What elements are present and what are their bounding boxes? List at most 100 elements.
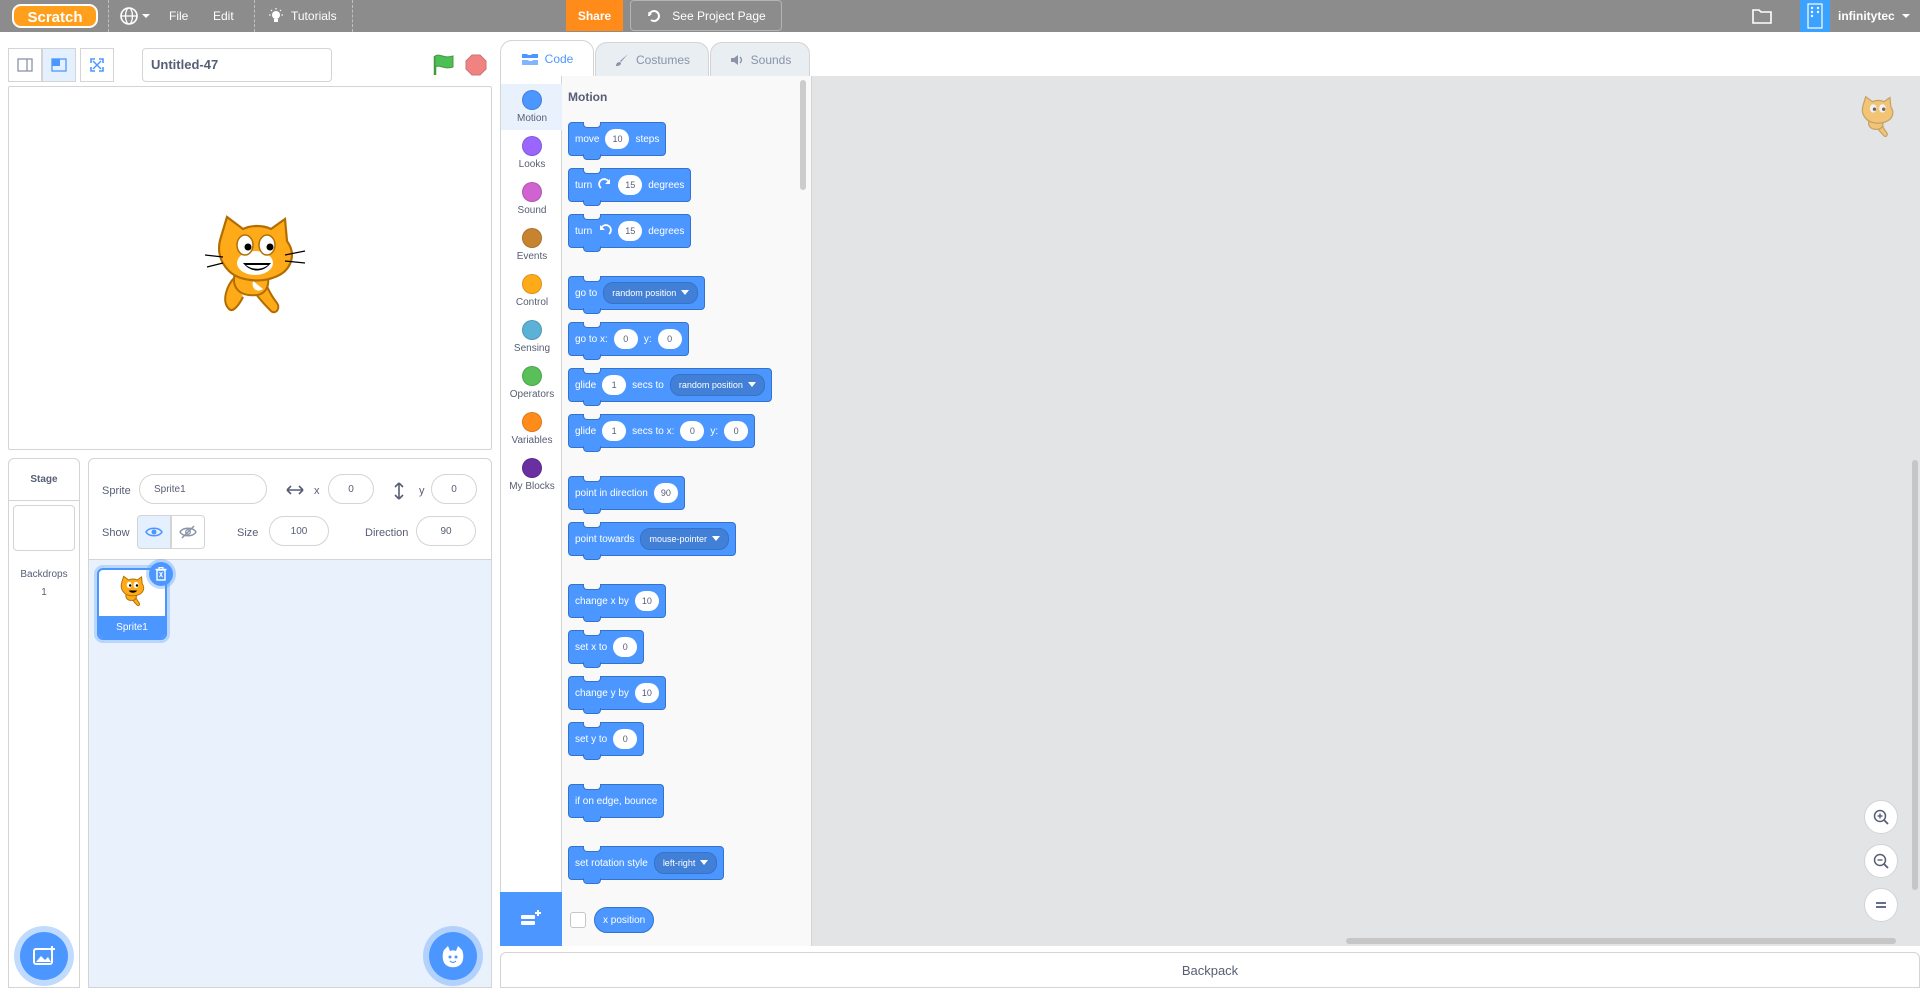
block-if-on-edge-bounce[interactable]: if on edge, bounce (568, 784, 665, 822)
category-operators[interactable]: Operators (501, 366, 563, 400)
glide-target-dropdown[interactable]: random position (669, 374, 765, 396)
x-input[interactable]: 0 (680, 421, 705, 441)
block-text: secs to x: (632, 425, 675, 437)
stage-selector[interactable]: Stage Backdrops 1 (8, 458, 80, 988)
y-input[interactable]: 0 (724, 421, 749, 441)
block-glide-to-xy[interactable]: glide 1 secs to x: 0 y: 0 (568, 414, 756, 452)
x-input[interactable]: 0 (613, 329, 638, 349)
cat-sprite-image[interactable] (199, 215, 309, 321)
tab-costumes[interactable]: Costumes (595, 42, 709, 76)
y-input[interactable]: 0 (657, 329, 682, 349)
see-project-page-button[interactable]: See Project Page (630, 0, 782, 31)
project-title-input[interactable]: Untitled-47 (142, 48, 332, 82)
tutorials-menu[interactable]: Tutorials (267, 0, 337, 32)
stop-icon[interactable] (465, 54, 487, 76)
zoom-reset-button[interactable] (1864, 888, 1898, 922)
block-glide-to[interactable]: glide 1 secs to random position (568, 368, 772, 406)
file-menu[interactable]: File (169, 0, 188, 32)
x-input[interactable]: 0 (613, 637, 638, 657)
delete-sprite-button[interactable] (149, 562, 173, 586)
x-position-checkbox[interactable] (570, 912, 586, 928)
block-turn-right[interactable]: turn 15 degrees (568, 168, 692, 206)
edit-menu[interactable]: Edit (213, 0, 234, 32)
eye-slash-icon (179, 525, 197, 539)
green-flag-icon[interactable] (432, 54, 456, 76)
dx-input[interactable]: 10 (634, 591, 659, 611)
towards-target-dropdown[interactable]: mouse-pointer (640, 528, 730, 550)
direction-input[interactable]: 90 (653, 483, 678, 503)
block-text: y: (643, 333, 652, 345)
scratch-logo[interactable]: Scratch (12, 2, 98, 30)
sprite-name-input[interactable]: Sprite1 (139, 474, 267, 504)
category-motion[interactable]: Motion (501, 84, 563, 130)
category-control[interactable]: Control (501, 274, 563, 308)
zoom-out-button[interactable] (1864, 844, 1898, 878)
block-palette: Motion move 10 steps turn 15 degrees tur… (562, 76, 812, 946)
category-looks[interactable]: Looks (501, 136, 563, 170)
add-backdrop-button[interactable] (20, 932, 68, 980)
fullscreen-button[interactable] (80, 48, 114, 82)
my-stuff-folder-icon[interactable] (1752, 7, 1772, 25)
category-sensing[interactable]: Sensing (501, 320, 563, 354)
workspace-vertical-scrollbar[interactable] (1912, 460, 1918, 890)
account-menu[interactable]: infinitytec (1800, 0, 1912, 32)
tab-code[interactable]: Code (500, 40, 594, 76)
degrees-input[interactable]: 15 (618, 221, 643, 241)
block-x-position[interactable]: x position (594, 907, 655, 933)
caret-down-icon (712, 536, 721, 541)
block-text: steps (635, 133, 660, 145)
block-text: point in direction (575, 487, 648, 499)
rotate-ccw-icon (600, 224, 612, 235)
block-text: turn (575, 179, 593, 191)
add-extension-button[interactable] (500, 892, 562, 946)
goto-target-dropdown[interactable]: random position (603, 282, 699, 304)
show-sprite-button[interactable] (137, 515, 171, 549)
rotation-style-dropdown[interactable]: left-right (653, 852, 718, 874)
degrees-input[interactable]: 15 (618, 175, 643, 195)
size-input[interactable]: 100 (269, 516, 329, 546)
category-events[interactable]: Events (501, 228, 563, 262)
steps-input[interactable]: 10 (605, 129, 630, 149)
small-stage-button[interactable] (8, 48, 42, 82)
x-position-input[interactable]: 0 (328, 474, 374, 504)
block-move-steps[interactable]: move 10 steps (568, 122, 667, 160)
dy-input[interactable]: 10 (634, 683, 659, 703)
backdrops-count: 1 (41, 587, 47, 598)
block-set-rotation-style[interactable]: set rotation style left-right (568, 846, 725, 884)
backpack[interactable]: Backpack (500, 952, 1920, 988)
add-sprite-button[interactable] (429, 932, 477, 980)
block-set-y[interactable]: set y to 0 (568, 722, 645, 760)
category-operators-label: Operators (509, 389, 555, 400)
share-button[interactable]: Share (566, 0, 623, 31)
category-my-blocks[interactable]: My Blocks (501, 458, 563, 492)
hide-sprite-button[interactable] (171, 515, 205, 549)
y-input[interactable]: 0 (613, 729, 638, 749)
block-go-to-xy[interactable]: go to x: 0 y: 0 (568, 322, 689, 360)
block-go-to[interactable]: go to random position (568, 276, 706, 314)
palette-scrollbar[interactable] (800, 80, 806, 190)
secs-input[interactable]: 1 (602, 421, 627, 441)
secs-input[interactable]: 1 (602, 375, 627, 395)
lightbulb-icon (269, 8, 283, 22)
rotate-cw-icon (598, 178, 611, 189)
block-change-x[interactable]: change x by 10 (568, 584, 666, 622)
stage-thumbnail[interactable] (13, 505, 75, 551)
language-menu[interactable] (118, 0, 152, 32)
block-point-towards[interactable]: point towards mouse-pointer (568, 522, 737, 560)
workspace-horizontal-scrollbar[interactable] (1346, 938, 1896, 944)
category-variables[interactable]: Variables (501, 412, 563, 446)
block-turn-left[interactable]: turn 15 degrees (568, 214, 692, 252)
normal-stage-button[interactable] (42, 48, 76, 82)
block-change-y[interactable]: change y by 10 (568, 676, 666, 714)
zoom-in-button[interactable] (1864, 800, 1898, 834)
category-sound[interactable]: Sound (501, 182, 563, 216)
y-position-input[interactable]: 0 (431, 474, 477, 504)
block-text: change x by (575, 595, 629, 607)
stage-canvas[interactable] (8, 86, 492, 450)
block-point-in-direction[interactable]: point in direction 90 (568, 476, 685, 514)
script-workspace[interactable] (812, 76, 1920, 946)
direction-input[interactable]: 90 (416, 516, 476, 546)
see-project-label: See Project Page (672, 8, 766, 23)
tab-sounds[interactable]: Sounds (710, 42, 810, 76)
block-set-x[interactable]: set x to 0 (568, 630, 645, 668)
